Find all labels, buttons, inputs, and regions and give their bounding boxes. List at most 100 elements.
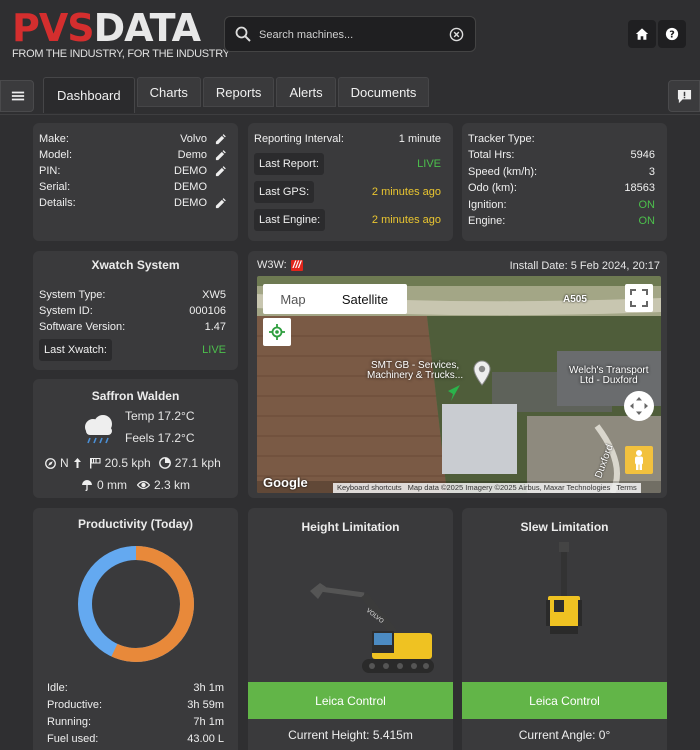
map-footer: Keyboard shortcuts Map data ©2025 Imager… bbox=[333, 483, 641, 493]
running-row: Running: 7h 1m bbox=[47, 716, 224, 728]
tab-reports[interactable]: Reports bbox=[202, 77, 275, 107]
rain-amount: 0 mm bbox=[97, 478, 127, 492]
tab-bar: Dashboard Charts Reports Alerts Document… bbox=[43, 77, 430, 113]
help-button[interactable]: ? bbox=[658, 20, 686, 48]
details-row: Details: DEMO bbox=[39, 195, 226, 211]
app-header: PVSDATA FROM THE INDUSTRY, FOR THE INDUS… bbox=[0, 0, 700, 70]
excavator-side-illustration: VOLVO bbox=[310, 583, 434, 673]
wind-flag-icon bbox=[89, 457, 101, 469]
map-type-map[interactable]: Map bbox=[263, 284, 323, 314]
gust-speed: 27.1 kph bbox=[174, 456, 221, 470]
make-row: Make: Volvo bbox=[39, 131, 226, 147]
eye-icon bbox=[137, 480, 150, 490]
productivity-title: Productivity (Today) bbox=[77, 517, 194, 531]
edit-icon[interactable] bbox=[215, 133, 226, 145]
weather-location: Saffron Walden bbox=[91, 389, 180, 403]
logo-wordmark: PVSDATA bbox=[12, 6, 201, 50]
edit-icon[interactable] bbox=[215, 165, 226, 177]
tab-alerts[interactable]: Alerts bbox=[276, 77, 336, 107]
menu-button[interactable] bbox=[0, 80, 34, 112]
clear-icon[interactable] bbox=[449, 27, 464, 42]
home-button[interactable] bbox=[628, 20, 656, 48]
height-leica-control-button[interactable]: Leica Control bbox=[248, 682, 453, 719]
poi-smt[interactable]: SMT GB - Services, Machinery & Trucks... bbox=[367, 361, 463, 381]
productivity-card: Productivity (Today) Idle: 3h 1m Producti… bbox=[33, 508, 238, 750]
software-version-row: Software Version: 1.47 bbox=[39, 321, 226, 333]
weather-card: Saffron Walden Temp 17.2°C Feels 17.2°C … bbox=[33, 379, 238, 498]
system-type-row: System Type: XW5 bbox=[39, 289, 226, 301]
machine-info-card: Make: Volvo Model: Demo PIN: DEMO Serial: DE… bbox=[33, 123, 238, 241]
street-view-button[interactable] bbox=[625, 446, 653, 474]
engine-row: Engine: ON bbox=[468, 215, 655, 227]
productivity-donut[interactable] bbox=[76, 544, 196, 664]
umbrella-icon bbox=[82, 480, 92, 491]
help-icon: ? bbox=[665, 27, 679, 41]
terms-link[interactable]: Terms bbox=[616, 483, 636, 493]
search-input[interactable] bbox=[259, 25, 439, 45]
slew-leica-control-button[interactable]: Leica Control bbox=[462, 682, 667, 719]
w3w-label: W3W:/// bbox=[257, 259, 304, 271]
rain-cloud-icon bbox=[85, 415, 112, 444]
map-pin-icon[interactable] bbox=[473, 360, 491, 386]
reporting-card: Reporting Interval: 1 minute Last Report:… bbox=[248, 123, 453, 241]
map-type-satellite[interactable]: Satellite bbox=[323, 284, 407, 314]
last-report-status: LIVE bbox=[417, 158, 441, 170]
alerts-panel-button[interactable] bbox=[668, 80, 700, 112]
productive-row: Productive: 3h 59m bbox=[47, 699, 224, 711]
tracker-type-row: Tracker Type: bbox=[468, 133, 535, 145]
keyboard-shortcuts-link[interactable]: Keyboard shortcuts bbox=[337, 483, 402, 493]
wind-row: N 20.5 kph 27.1 kph bbox=[45, 455, 221, 471]
xwatch-card: Xwatch System System Type: XW5 System ID:… bbox=[33, 251, 238, 370]
compass-icon bbox=[45, 457, 56, 469]
map-attribution: Map data ©2025 Imagery ©2025 Airbus, Max… bbox=[407, 483, 611, 492]
reporting-interval-row: Reporting Interval: 1 minute bbox=[254, 133, 441, 145]
locate-button[interactable] bbox=[263, 318, 291, 346]
slew-limitation-card: Slew Limitation Leica Control Current An… bbox=[462, 508, 667, 750]
pegman-icon bbox=[635, 450, 643, 470]
tab-divider bbox=[0, 114, 700, 115]
search-icon bbox=[235, 26, 251, 42]
hamburger-icon bbox=[11, 91, 25, 101]
tab-dashboard[interactable]: Dashboard bbox=[43, 77, 135, 113]
edit-icon[interactable] bbox=[215, 197, 226, 209]
last-gps-row: Last GPS: 2 minutes ago bbox=[254, 180, 441, 204]
tracker-card: Tracker Type: Total Hrs: 5946 Speed (km/h… bbox=[462, 123, 667, 241]
google-logo: Google bbox=[263, 475, 308, 490]
arrow-up-icon bbox=[73, 458, 81, 468]
edit-icon[interactable] bbox=[215, 149, 226, 161]
xwatch-title: Xwatch System bbox=[91, 258, 180, 272]
odo-row: Odo (km): 18563 bbox=[468, 182, 655, 194]
rain-row: 0 mm 2.3 km bbox=[81, 477, 190, 493]
excavator-top-illustration bbox=[546, 542, 582, 634]
w3w-logo[interactable]: /// bbox=[290, 259, 304, 271]
last-report-row: Last Report: LIVE bbox=[254, 152, 441, 176]
search-box[interactable] bbox=[224, 16, 476, 52]
height-title: Height Limitation bbox=[301, 520, 400, 534]
logo-tagline: FROM THE INDUSTRY, FOR THE INDUSTRY bbox=[12, 48, 230, 60]
poi-welch[interactable]: Welch's Transport Ltd - Duxford bbox=[569, 366, 649, 386]
last-engine-row: Last Engine: 2 minutes ago bbox=[254, 208, 441, 232]
last-xwatch-row: Last Xwatch: LIVE bbox=[39, 338, 226, 362]
alert-message-icon bbox=[677, 89, 692, 104]
fullscreen-button[interactable] bbox=[625, 284, 653, 312]
tab-documents[interactable]: Documents bbox=[337, 77, 430, 107]
pvsdata-logo[interactable]: PVSDATA FROM THE INDUSTRY, FOR THE INDUS… bbox=[12, 6, 230, 60]
install-date: Install Date: 5 Feb 2024, 20:17 bbox=[509, 260, 660, 272]
weather-feels: Feels 17.2°C bbox=[125, 431, 195, 445]
ignition-row: Ignition: ON bbox=[468, 199, 655, 211]
slew-title: Slew Limitation bbox=[520, 520, 609, 534]
pin-row: PIN: DEMO bbox=[39, 163, 226, 179]
wind-speed: 20.5 kph bbox=[104, 456, 151, 470]
model-row: Model: Demo bbox=[39, 147, 226, 163]
svg-text:?: ? bbox=[669, 30, 675, 41]
navigation-arrow-icon bbox=[448, 385, 460, 401]
fuel-used-row: Fuel used: 43.00 L bbox=[47, 733, 224, 745]
idle-row: Idle: 3h 1m bbox=[47, 682, 224, 694]
visibility: 2.3 km bbox=[154, 478, 191, 492]
nav-bar: Dashboard Charts Reports Alerts Document… bbox=[0, 72, 700, 116]
logo-data: DATA bbox=[93, 6, 201, 50]
system-id-row: System ID: 000106 bbox=[39, 305, 226, 317]
speed-row: Speed (km/h): 3 bbox=[468, 166, 655, 178]
map-pan-control[interactable] bbox=[624, 391, 654, 421]
tab-charts[interactable]: Charts bbox=[136, 77, 201, 107]
